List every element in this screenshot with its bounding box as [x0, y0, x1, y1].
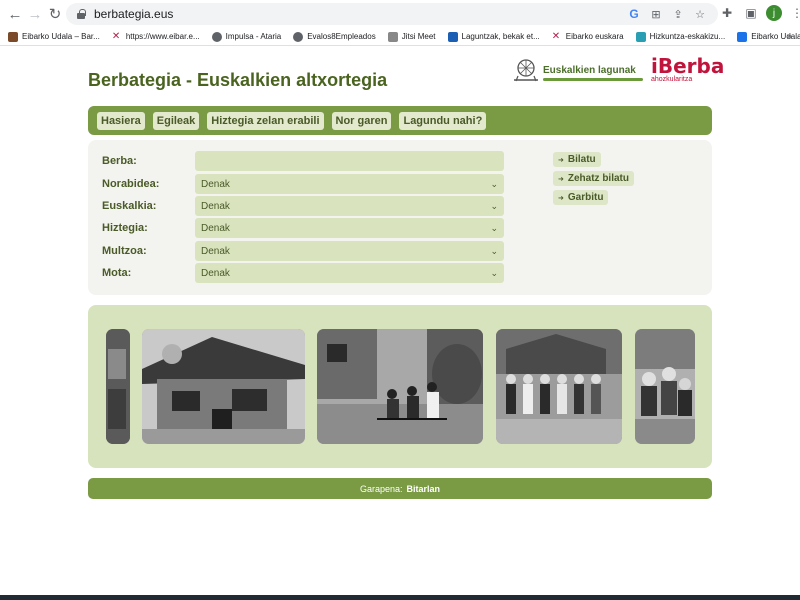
globe-icon	[293, 31, 304, 42]
bookmark-label: https://www.eibar.e...	[125, 32, 200, 41]
zehatz-bilatu-button[interactable]: ➜ Zehatz bilatu	[553, 171, 634, 186]
berba-input[interactable]	[195, 151, 504, 171]
chevron-down-icon: ⌄	[490, 201, 498, 211]
bookmark-item[interactable]: Evalos8Empleados	[293, 31, 376, 42]
euskalkien-lagunak-logo[interactable]: Euskalkien lagunak	[510, 56, 645, 86]
gallery-photo[interactable]	[635, 329, 695, 444]
gallery-photo[interactable]	[142, 329, 305, 444]
bilatu-button[interactable]: ➜ Bilatu	[553, 152, 601, 167]
bilatu-label: Bilatu	[567, 154, 596, 165]
reload-icon[interactable]: ↻	[44, 3, 66, 25]
side-panel-icon[interactable]: ▣	[742, 4, 760, 22]
hiztegia-value: Denak	[201, 222, 230, 234]
main-navigation: Hasiera Egileak Hiztegia zelan erabili N…	[88, 106, 712, 135]
chevron-right-icon[interactable]: »	[786, 31, 792, 42]
nav-nor-garen[interactable]: Nor garen	[331, 111, 392, 130]
chevron-down-icon: ⌄	[490, 179, 498, 189]
gallery-photo[interactable]	[106, 329, 130, 444]
x-icon: ✕	[551, 30, 561, 42]
iberba-logo-text: iBerba	[651, 54, 725, 78]
nav-egileak[interactable]: Egileak	[152, 111, 200, 130]
iberba-logo[interactable]: iBerba ahozkularitza	[651, 54, 725, 90]
logo-underline	[543, 78, 643, 81]
nav-lagundu-nahi[interactable]: Lagundu nahi?	[399, 111, 487, 130]
bookmark-label: Eibarko euskara	[565, 32, 624, 41]
bookmark-label: Laguntzak, bekak et...	[461, 32, 540, 41]
garbitu-label: Garbitu	[567, 192, 604, 203]
bookmark-item[interactable]: ✕ https://www.eibar.e...	[111, 30, 200, 42]
eibar-udala-icon	[737, 31, 748, 42]
arrow-right-icon: ➜	[558, 194, 564, 202]
bookmark-label: Eibarko Udala	[751, 32, 800, 41]
arrow-right-icon: ➜	[558, 175, 564, 183]
norabidea-select[interactable]: Denak ⌄	[195, 174, 504, 194]
globe-icon	[211, 31, 222, 42]
hiztegia-select[interactable]: Denak ⌄	[195, 218, 504, 238]
bookmark-item[interactable]: ✕ Eibarko euskara	[551, 30, 624, 42]
back-arrow-icon[interactable]: ←	[4, 3, 26, 25]
footer-prefix: Garapena:	[359, 483, 403, 494]
nav-hiztegia-zelan-erabili[interactable]: Hiztegia zelan erabili	[207, 111, 324, 130]
zehatz-bilatu-label: Zehatz bilatu	[567, 173, 629, 184]
gallery-photo[interactable]	[496, 329, 622, 444]
euskalkia-value: Denak	[201, 200, 230, 212]
avatar[interactable]: j	[766, 5, 782, 21]
mota-label: Mota:	[102, 267, 132, 279]
wave-icon	[635, 31, 646, 42]
hiztegia-label: Hiztegia:	[102, 222, 148, 234]
garbitu-button[interactable]: ➜ Garbitu	[553, 190, 609, 205]
nav-hasiera[interactable]: Hasiera	[97, 111, 145, 130]
gallery-photo[interactable]	[317, 329, 483, 444]
jitsi-icon	[387, 31, 398, 42]
chevron-down-icon: ⌄	[490, 223, 498, 233]
mota-value: Denak	[201, 267, 230, 279]
eibar-icon	[8, 31, 18, 42]
search-panel: Berba: Norabidea: Denak ⌄ Euskalkia: Dena…	[88, 140, 712, 295]
translate-icon[interactable]: ⊞	[648, 6, 664, 22]
browser-toolbar: ← → ↻ berbategia.eus G ⊞ ⇪ ☆ ✚ ▣ j ⋮	[0, 0, 800, 28]
footer: Garapena: Bitarlan	[88, 478, 712, 499]
bookmarks-bar: Eibarko Udala – Bar... ✕ https://www.eibar…	[0, 28, 800, 46]
multzoa-select[interactable]: Denak ⌄	[195, 241, 504, 261]
multzoa-label: Multzoa:	[102, 245, 147, 257]
forward-arrow-icon[interactable]: →	[24, 3, 46, 25]
x-icon: ✕	[111, 30, 121, 42]
footer-brand-link[interactable]: Bitarlan	[407, 484, 441, 494]
bookmark-item[interactable]: Laguntzak, bekak et...	[447, 31, 540, 42]
star-icon[interactable]: ☆	[692, 6, 708, 22]
address-bar[interactable]: berbategia.eus G ⊞ ⇪ ☆	[66, 3, 718, 25]
chevron-down-icon: ⌄	[490, 268, 498, 278]
lock-icon	[76, 9, 86, 19]
euskalkia-label: Euskalkia:	[102, 200, 157, 212]
bookmark-label: Impulsa - Ataria	[225, 32, 282, 41]
arrow-right-icon: ➜	[558, 156, 564, 164]
bookmark-item[interactable]: Impulsa - Ataria	[211, 31, 282, 42]
google-icon[interactable]: G	[626, 6, 642, 22]
chevron-down-icon: ⌄	[490, 246, 498, 256]
norabidea-label: Norabidea:	[102, 178, 160, 190]
mota-select[interactable]: Denak ⌄	[195, 263, 504, 283]
photo-gallery	[88, 305, 712, 468]
logo-lagunak-text: Euskalkien lagunak	[543, 65, 636, 76]
url-text: berbategia.eus	[94, 7, 174, 21]
bookmark-label: Hizkuntza-eskakizu...	[649, 32, 726, 41]
extensions-icon[interactable]: ✚	[718, 4, 736, 22]
taskbar	[0, 595, 800, 600]
kebab-menu-icon[interactable]: ⋮	[788, 4, 800, 22]
bookmark-item[interactable]: Jitsi Meet	[387, 31, 436, 42]
norabidea-value: Denak	[201, 178, 230, 190]
bookmark-item[interactable]: Eibarko Udala – Bar...	[8, 31, 100, 42]
multzoa-value: Denak	[201, 245, 230, 257]
bookmark-item[interactable]: Hizkuntza-eskakizu...	[635, 31, 726, 42]
page-title: Berbategia - Euskalkien altxortegia	[88, 70, 388, 90]
bookmark-label: Evalos8Empleados	[307, 32, 376, 41]
bookmark-label: Eibarko Udala – Bar...	[22, 32, 100, 41]
page: Berbategia - Euskalkien altxortegia Eusk…	[0, 46, 800, 595]
berba-label: Berba:	[102, 155, 137, 167]
spinning-wheel-icon	[514, 59, 538, 82]
bookmark-label: Jitsi Meet	[401, 32, 436, 41]
euskalkia-select[interactable]: Denak ⌄	[195, 196, 504, 216]
share-icon[interactable]: ⇪	[670, 6, 686, 22]
doc-icon	[447, 31, 458, 42]
